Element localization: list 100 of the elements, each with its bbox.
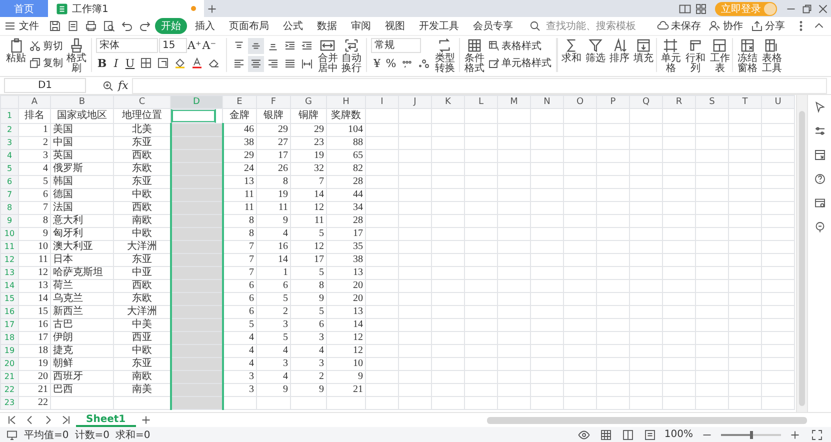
- grow-font-button[interactable]: A⁺: [188, 38, 202, 53]
- menu-tab[interactable]: 视图: [379, 18, 411, 34]
- align-center-button[interactable]: [248, 56, 264, 72]
- number-format-dropdown[interactable]: 常规: [370, 38, 420, 53]
- cut-button[interactable]: 剪切: [29, 38, 63, 53]
- currency-button[interactable]: ¥: [370, 56, 384, 70]
- column-header[interactable]: S: [696, 96, 728, 108]
- table-cell: 10: [18, 240, 50, 254]
- table-cell: 46: [222, 124, 256, 136]
- pointer-icon: [814, 101, 826, 113]
- table-cell: 4: [222, 332, 256, 344]
- underline-button[interactable]: U: [124, 56, 136, 70]
- column-header[interactable]: R: [662, 96, 696, 108]
- table-cell: 29: [256, 124, 290, 136]
- paste-button[interactable]: 粘贴: [6, 38, 26, 64]
- table-cell: 5: [290, 266, 326, 280]
- format-painter-button[interactable]: 格式刷: [66, 38, 86, 74]
- column-header[interactable]: O: [564, 96, 596, 108]
- align-left-icon: [232, 58, 244, 70]
- decimal-icon: [418, 57, 430, 69]
- menu-tab[interactable]: 数据: [311, 18, 343, 34]
- save-status-button[interactable]: 未保存: [657, 19, 701, 33]
- table-cell: 3: [256, 318, 290, 332]
- menu-tab[interactable]: 审阅: [345, 18, 377, 34]
- table-style-button[interactable]: 表格样式: [488, 38, 552, 53]
- formula-input[interactable]: [132, 78, 827, 94]
- column-header[interactable]: M: [498, 96, 530, 108]
- zoom-level[interactable]: 100%: [664, 429, 693, 440]
- column-header[interactable]: E: [222, 96, 256, 108]
- menu-tab[interactable]: 插入: [189, 18, 221, 34]
- search-field[interactable]: 查找功能、搜索模板: [529, 20, 648, 32]
- column-header[interactable]: I: [366, 96, 398, 108]
- column-header[interactable]: P: [596, 96, 630, 108]
- conditional-format-button[interactable]: 条件格式: [464, 38, 484, 74]
- table-cell: 4: [290, 344, 326, 358]
- command-label: 筛选: [586, 54, 606, 64]
- column-header[interactable]: K: [432, 96, 464, 108]
- column-header[interactable]: C: [114, 96, 170, 108]
- print-button[interactable]: [83, 18, 99, 34]
- table-cell: 17: [18, 332, 50, 344]
- rows-columns-button[interactable]: 行和列: [685, 38, 706, 74]
- menu-icon: [4, 20, 16, 32]
- vertical-scrollbar[interactable]: [796, 95, 808, 412]
- file-menu[interactable]: 文件: [4, 19, 39, 33]
- column-header[interactable]: N: [530, 96, 564, 108]
- font-dropdown[interactable]: 宋体: [96, 38, 158, 53]
- column-header[interactable]: U: [762, 96, 794, 108]
- menu-tab[interactable]: 公式: [277, 18, 309, 34]
- function-label[interactable]: fx: [118, 79, 128, 92]
- table-cell: 17: [290, 254, 326, 266]
- table-cell: 19: [290, 150, 326, 162]
- preview-button[interactable]: [101, 18, 117, 34]
- menu-tab[interactable]: 页面布局: [223, 18, 275, 34]
- column-header[interactable]: A: [18, 96, 50, 108]
- column-header[interactable]: B: [50, 96, 114, 108]
- eraser-icon: [208, 57, 220, 69]
- column-header[interactable]: G: [290, 96, 326, 108]
- column-header[interactable]: F: [256, 96, 290, 108]
- copy-button[interactable]: 复制: [29, 55, 63, 70]
- zoom-slider-thumb[interactable]: [750, 430, 753, 438]
- unsaved-dot: [191, 6, 196, 11]
- merge-center-button[interactable]: 合并居中: [318, 38, 338, 74]
- menu-tab[interactable]: 开发工具: [413, 18, 465, 34]
- table-cell: 14: [326, 318, 366, 332]
- percent-button[interactable]: %: [384, 56, 398, 70]
- bold-button[interactable]: B: [96, 56, 108, 70]
- column-header[interactable]: Q: [630, 96, 662, 108]
- table-cell: 38: [326, 254, 366, 266]
- horizontal-scrollbar[interactable]: [487, 416, 807, 424]
- align-middle-button[interactable]: [248, 38, 264, 54]
- collaborate-button[interactable]: 协作: [709, 19, 743, 33]
- column-header[interactable]: T: [728, 96, 762, 108]
- plus-icon: [789, 428, 801, 440]
- save-button[interactable]: [47, 18, 63, 34]
- filter-button[interactable]: 筛选: [586, 38, 606, 64]
- italic-button[interactable]: I: [110, 56, 122, 70]
- shrink-font-button[interactable]: A⁻: [202, 38, 216, 53]
- table-tools-button[interactable]: 表格工具: [762, 38, 782, 74]
- fill-button[interactable]: 填充: [634, 38, 654, 64]
- document-tab[interactable]: 工作簿1: [48, 0, 204, 17]
- share-button[interactable]: 分享: [751, 19, 785, 33]
- cell-style-button[interactable]: 单元格样式: [488, 55, 552, 70]
- wrap-text-button[interactable]: 自动换行: [341, 38, 362, 74]
- status-text: 求和=0: [116, 428, 150, 442]
- convert-button[interactable]: 类型转换: [434, 38, 455, 74]
- font-size-dropdown[interactable]: 15: [158, 38, 186, 53]
- name-box[interactable]: D1: [4, 78, 86, 93]
- cell-button[interactable]: 单元格: [660, 38, 681, 74]
- sum-button[interactable]: 求和: [562, 38, 582, 64]
- column-header[interactable]: H: [326, 96, 366, 108]
- worksheet-button[interactable]: 工作表: [710, 38, 730, 74]
- avatar-icon: [764, 2, 776, 14]
- table-cell: 铜牌: [290, 108, 326, 124]
- table-cell: 20: [18, 370, 50, 384]
- table-cell: 9: [256, 214, 290, 228]
- sort-button[interactable]: 排序: [610, 38, 630, 64]
- column-header[interactable]: J: [398, 96, 432, 108]
- column-header[interactable]: L: [464, 96, 498, 108]
- freeze-panes-button[interactable]: 冻结窗格: [737, 38, 758, 74]
- menu-tab[interactable]: 会员专享: [467, 18, 519, 34]
